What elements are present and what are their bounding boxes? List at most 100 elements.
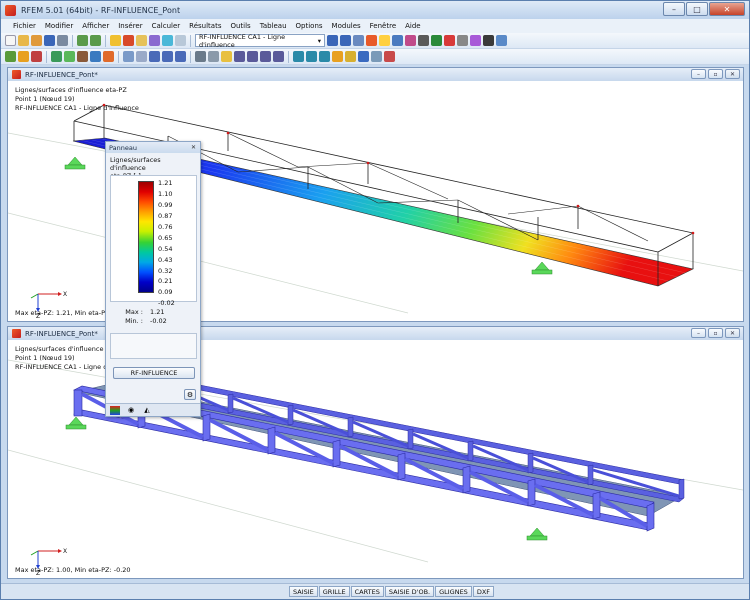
settings-icon[interactable]: [483, 35, 494, 46]
calculate-icon[interactable]: [123, 35, 134, 46]
load-case-select[interactable]: RF-INFLUENCE CA1 - Ligne d'influence ▾: [195, 32, 325, 49]
result-display-icon[interactable]: [353, 35, 364, 46]
panel-close-icon[interactable]: ✕: [189, 143, 198, 151]
rectangle-select-icon[interactable]: [136, 51, 147, 62]
render-icon[interactable]: [431, 35, 442, 46]
status-toggle-grille[interactable]: GRILLE: [318, 586, 350, 597]
status-toggle-saisie-ob[interactable]: SAISIE D'OB.: [384, 586, 435, 597]
toolbar-separator: [46, 50, 47, 63]
member-tool-icon[interactable]: [31, 51, 42, 62]
status-toggle-dxf[interactable]: DXF: [472, 586, 495, 597]
surface-icon[interactable]: [51, 51, 62, 62]
comment-icon[interactable]: [208, 51, 219, 62]
view-y-icon[interactable]: [247, 51, 258, 62]
deformation-icon[interactable]: [366, 35, 377, 46]
next-case-icon[interactable]: [340, 35, 351, 46]
panel-settings-button[interactable]: ⚙: [184, 389, 196, 400]
color-icon[interactable]: [345, 51, 356, 62]
view-icon[interactable]: [149, 35, 160, 46]
support-icon[interactable]: [444, 35, 455, 46]
menu-outils[interactable]: Outils: [230, 22, 250, 30]
menu-tableau[interactable]: Tableau: [260, 22, 287, 30]
filter-tab-icon[interactable]: ◭: [142, 406, 152, 415]
redo-icon[interactable]: [90, 35, 101, 46]
view-minimize-button[interactable]: –: [691, 328, 706, 338]
view-z-icon[interactable]: [260, 51, 271, 62]
member-icon[interactable]: [470, 35, 481, 46]
status-toggle-glignes[interactable]: GLIGNES: [435, 586, 472, 597]
info-line-point: Point 1 (Nœud 19): [15, 354, 75, 362]
print-icon[interactable]: [57, 35, 68, 46]
view-x-icon[interactable]: [234, 51, 245, 62]
max-min-values: Max : 1.21 Min. : -0.02: [110, 307, 197, 325]
view-restore-button[interactable]: ▫: [708, 69, 723, 79]
view-minimize-button[interactable]: –: [691, 69, 706, 79]
rotate-icon[interactable]: [162, 51, 173, 62]
status-toggle-saisie[interactable]: SAISIE: [289, 586, 318, 597]
zoom-icon[interactable]: [162, 35, 173, 46]
node-icon[interactable]: [5, 51, 16, 62]
rf-influence-button[interactable]: RF-INFLUENCE: [113, 367, 195, 379]
solid-icon[interactable]: [64, 51, 75, 62]
guide-icon[interactable]: [221, 51, 232, 62]
menu-modules[interactable]: Modules: [332, 22, 361, 30]
line-load-icon[interactable]: [103, 51, 114, 62]
edit-icon[interactable]: [110, 35, 121, 46]
view-title: RF-INFLUENCE_Pont*: [25, 70, 98, 79]
scale-value: 1.21: [158, 179, 173, 188]
menu-afficher[interactable]: Afficher: [82, 22, 109, 30]
visibility-icon[interactable]: [384, 51, 395, 62]
status-toggle-cartes[interactable]: CARTES: [350, 586, 384, 597]
panel-title-bar[interactable]: Panneau ✕: [106, 142, 200, 153]
transparent-icon[interactable]: [319, 51, 330, 62]
clipping-icon[interactable]: [371, 51, 382, 62]
navigator-icon[interactable]: [358, 51, 369, 62]
light-icon[interactable]: [332, 51, 343, 62]
dimension-icon[interactable]: [195, 51, 206, 62]
line-icon[interactable]: [18, 51, 29, 62]
wireframe-icon[interactable]: [293, 51, 304, 62]
view-close-button[interactable]: ✕: [725, 328, 740, 338]
opening-icon[interactable]: [77, 51, 88, 62]
menu-fenetre[interactable]: Fenêtre: [370, 22, 396, 30]
section-icon[interactable]: [405, 35, 416, 46]
mirror-icon[interactable]: [175, 51, 186, 62]
panel-title: Panneau: [109, 143, 137, 152]
save-icon[interactable]: [44, 35, 55, 46]
undo-icon[interactable]: [77, 35, 88, 46]
load-case-value: RF-INFLUENCE CA1 - Ligne d'influence: [199, 32, 286, 49]
color-scale-tab-icon[interactable]: [110, 405, 120, 415]
view-close-button[interactable]: ✕: [725, 69, 740, 79]
load-icon[interactable]: [90, 51, 101, 62]
values-icon[interactable]: [379, 35, 390, 46]
close-button[interactable]: ✕: [709, 2, 745, 16]
menu-calculer[interactable]: Calculer: [152, 22, 181, 30]
maximize-button[interactable]: □: [686, 2, 708, 16]
minimize-button[interactable]: –: [663, 2, 685, 16]
select-icon[interactable]: [123, 51, 134, 62]
isometric-icon[interactable]: [273, 51, 284, 62]
previous-case-icon[interactable]: [327, 35, 338, 46]
filter-icon[interactable]: [392, 35, 403, 46]
open-folder-icon[interactable]: [18, 35, 29, 46]
animation-icon[interactable]: [418, 35, 429, 46]
factor-tab-icon[interactable]: ◉: [126, 406, 136, 415]
move-icon[interactable]: [149, 51, 160, 62]
menu-modifier[interactable]: Modifier: [45, 22, 73, 30]
view-restore-button[interactable]: ▫: [708, 328, 723, 338]
results-icon[interactable]: [136, 35, 147, 46]
color-scale-values: 1.21 1.10 0.99 0.87 0.76 0.65 0.54 0.43 …: [158, 178, 193, 309]
open-recent-icon[interactable]: [31, 35, 42, 46]
new-file-icon[interactable]: [5, 35, 16, 46]
grid-icon[interactable]: [457, 35, 468, 46]
solid-model-icon[interactable]: [306, 51, 317, 62]
menu-inserer[interactable]: Insérer: [118, 22, 142, 30]
table-icon[interactable]: [175, 35, 186, 46]
scale-value: 0.43: [158, 255, 173, 264]
help-icon[interactable]: [496, 35, 507, 46]
color-scale[interactable]: 1.21 1.10 0.99 0.87 0.76 0.65 0.54 0.43 …: [110, 175, 197, 307]
menu-resultats[interactable]: Résultats: [189, 22, 221, 30]
menu-aide[interactable]: Aide: [405, 22, 420, 30]
menu-fichier[interactable]: Fichier: [13, 22, 36, 30]
menu-options[interactable]: Options: [296, 22, 323, 30]
